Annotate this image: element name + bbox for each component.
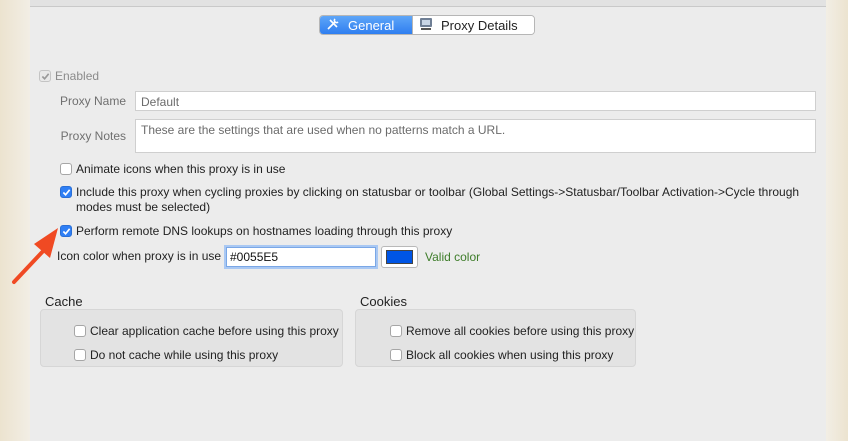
option-animate-icons[interactable]: Animate icons when this proxy is in use xyxy=(60,162,800,177)
cookies-block-option[interactable]: Block all cookies when using this proxy xyxy=(390,348,613,362)
top-divider xyxy=(30,0,826,7)
option-label: Perform remote DNS lookups on hostnames … xyxy=(76,224,453,238)
tab-bar: General Proxy Details xyxy=(319,15,535,35)
tab-general[interactable]: General xyxy=(320,16,412,34)
proxy-notes-field[interactable]: These are the settings that are used whe… xyxy=(135,119,816,153)
cache-clear-option[interactable]: Clear application cache before using thi… xyxy=(74,324,339,338)
tab-proxy-details-label: Proxy Details xyxy=(441,17,518,33)
cookies-remove-checkbox[interactable] xyxy=(390,325,402,337)
color-picker-button[interactable] xyxy=(381,246,418,268)
option-label: Clear application cache before using thi… xyxy=(90,324,339,338)
network-icon xyxy=(419,17,433,34)
option-label: Do not cache while using this proxy xyxy=(90,348,279,362)
cache-group-box: Clear application cache before using thi… xyxy=(40,309,343,367)
cookies-group-title: Cookies xyxy=(360,294,407,309)
window-background-right xyxy=(826,0,848,441)
wrench-screwdriver-icon xyxy=(326,17,340,34)
color-validation-status: Valid color xyxy=(425,250,481,264)
option-label: Include this proxy when cycling proxies … xyxy=(76,185,800,214)
option-label: Block all cookies when using this proxy xyxy=(406,348,614,362)
cache-disable-option[interactable]: Do not cache while using this proxy xyxy=(74,348,278,362)
icon-color-input[interactable]: #0055E5 xyxy=(226,247,376,267)
proxy-name-field[interactable]: Default xyxy=(135,91,816,111)
tab-proxy-details[interactable]: Proxy Details xyxy=(412,16,534,34)
cookies-group-box: Remove all cookies before using this pro… xyxy=(355,309,636,367)
option-remote-dns[interactable]: Perform remote DNS lookups on hostnames … xyxy=(60,224,800,239)
tab-general-label: General xyxy=(348,17,395,33)
option-label: Remove all cookies before using this pro… xyxy=(406,324,635,338)
annotation-arrow-icon xyxy=(12,228,58,284)
option-label: Animate icons when this proxy is in use xyxy=(76,162,286,176)
color-swatch xyxy=(386,250,413,264)
option-include-cycling[interactable]: Include this proxy when cycling proxies … xyxy=(60,185,800,215)
cookies-block-checkbox[interactable] xyxy=(390,349,402,361)
cache-disable-checkbox[interactable] xyxy=(74,349,86,361)
cache-clear-checkbox[interactable] xyxy=(74,325,86,337)
cookies-remove-option[interactable]: Remove all cookies before using this pro… xyxy=(390,324,634,338)
settings-panel: General Proxy Details Enabled Proxy Name… xyxy=(30,0,826,441)
icon-color-label: Icon color when proxy is in use xyxy=(57,249,222,263)
